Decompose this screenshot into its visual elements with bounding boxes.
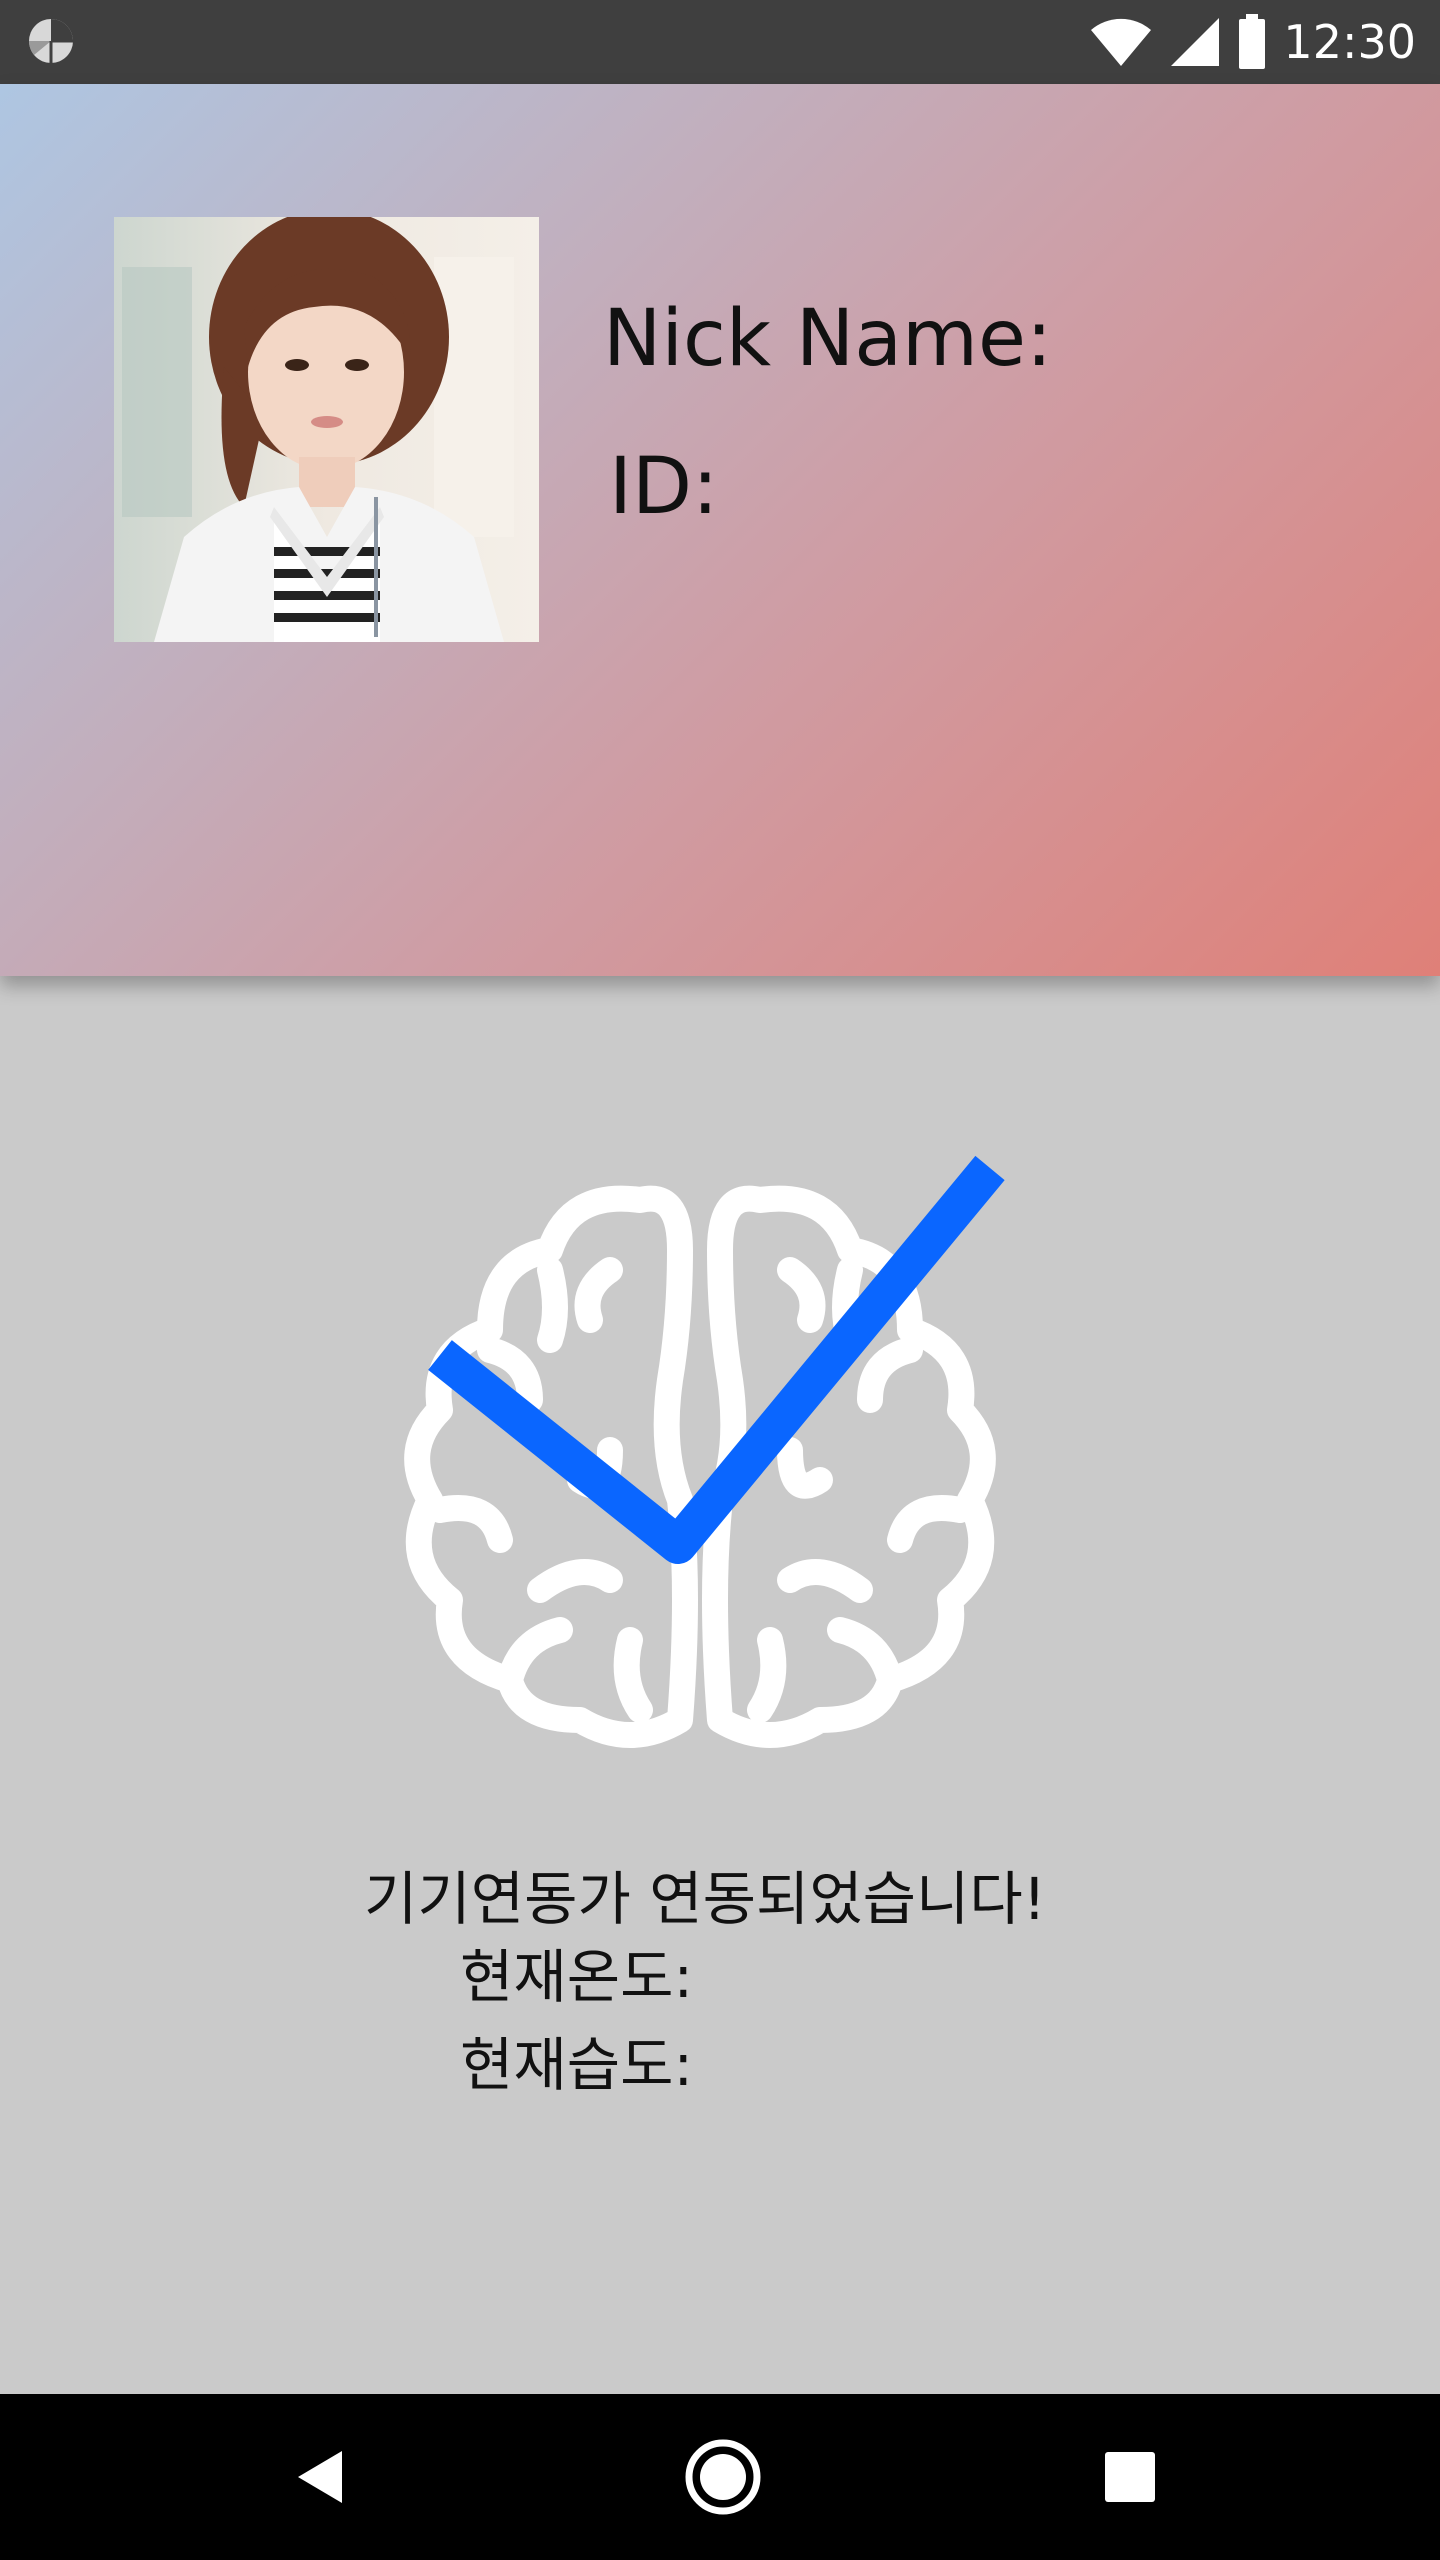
profile-photo[interactable] xyxy=(114,217,539,642)
back-button[interactable] xyxy=(282,2437,362,2517)
brain-check-icon xyxy=(380,1120,1020,1760)
id-label: ID: xyxy=(609,442,719,532)
app-icon xyxy=(28,19,73,63)
temperature-label: 현재온도: xyxy=(460,1943,693,2011)
signal-icon xyxy=(1171,18,1220,66)
recents-icon xyxy=(1105,2452,1155,2502)
navigation-bar xyxy=(0,2394,1440,2560)
wifi-icon xyxy=(1091,18,1152,66)
back-icon xyxy=(298,2451,342,2503)
avatar xyxy=(114,217,539,642)
status-icons: 12:30 xyxy=(1089,0,1416,84)
battery-icon xyxy=(1239,14,1266,69)
status-bar: 12:30 xyxy=(0,0,1440,84)
humidity-label: 현재습도: xyxy=(460,2031,693,2099)
nick-name-label: Nick Name: xyxy=(603,294,1053,384)
recents-button[interactable] xyxy=(1090,2437,1170,2517)
screen: 12:30 Nick Name: ID: 기기연동가 연동되었습니다! 현재온도… xyxy=(0,0,1440,2560)
home-button[interactable] xyxy=(683,2437,763,2517)
profile-header: Nick Name: ID: xyxy=(0,84,1440,976)
status-time: 12:30 xyxy=(1283,15,1416,69)
home-icon xyxy=(685,2439,761,2515)
device-status-message: 기기연동가 연동되었습니다! xyxy=(364,1865,1047,1933)
